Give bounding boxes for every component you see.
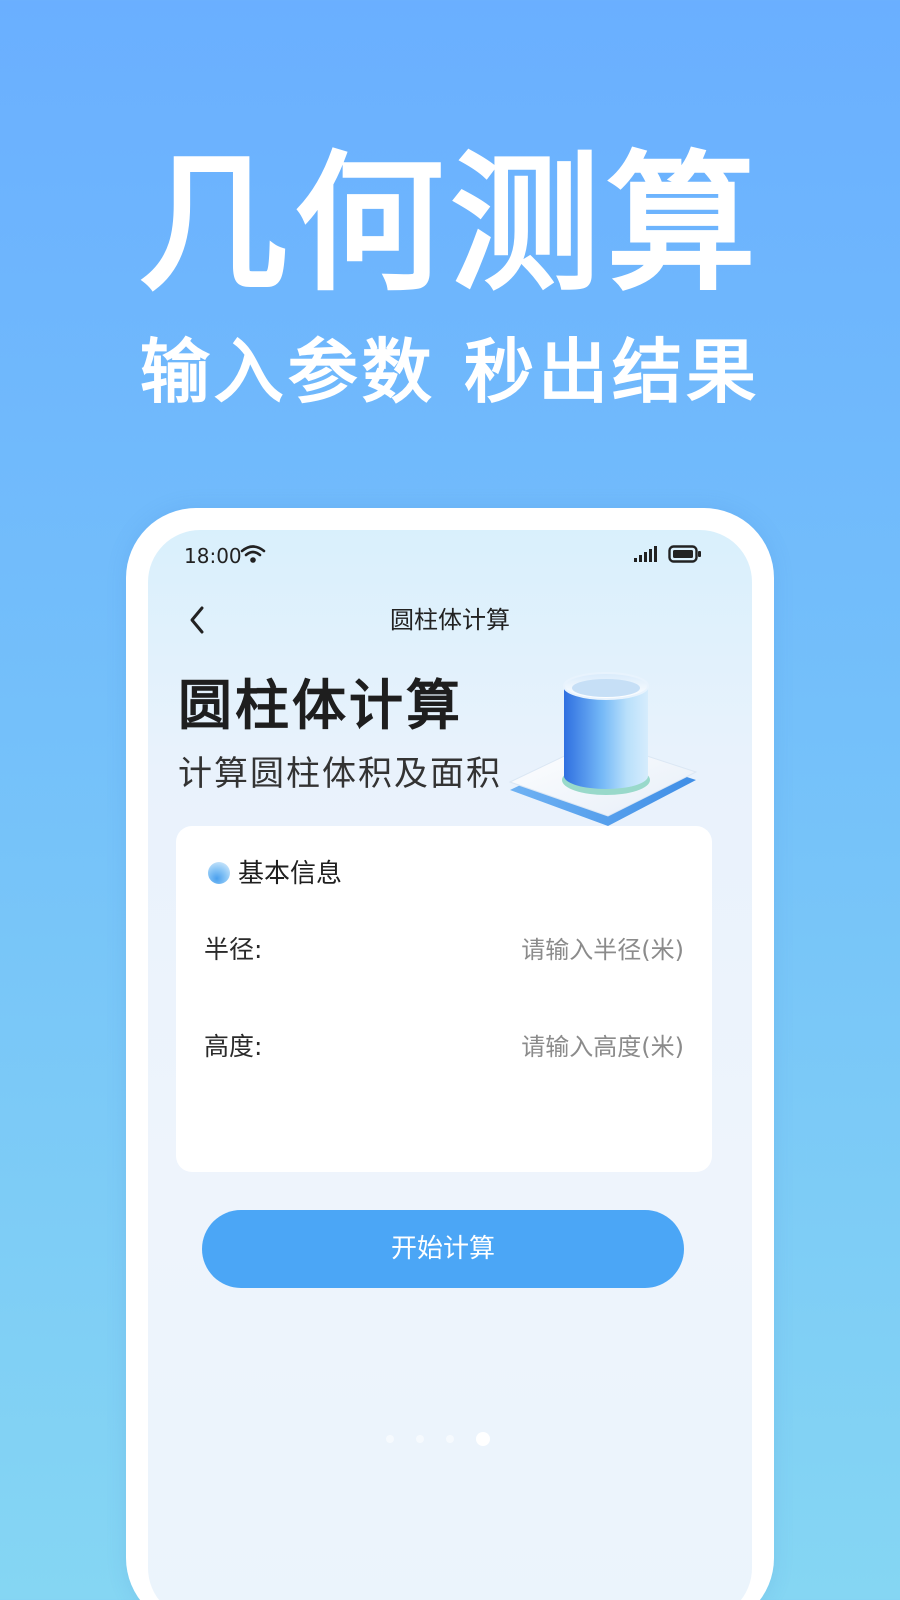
nav-title: 圆柱体计算: [390, 606, 510, 634]
section-bullet-icon: [208, 862, 230, 884]
battery-icon: [668, 545, 701, 563]
height-label: 高度:: [204, 1032, 263, 1061]
hero-subtitle: 计算圆柱体积及面积: [178, 754, 502, 794]
page-dot: [446, 1435, 454, 1443]
basic-info-card: 基本信息 半径: 高度:: [176, 826, 712, 1172]
status-time: 18:00: [184, 544, 242, 568]
promo-subtitle: 输入参数 秒出结果: [139, 331, 761, 413]
wifi-icon: [240, 545, 266, 563]
page-indicator: [386, 1432, 496, 1446]
cellular-signal-icon: [634, 546, 657, 562]
page-dot-active: [476, 1432, 490, 1446]
page-dot: [386, 1435, 394, 1443]
phone-screen: 18:00 圆柱体计算 圆柱体计算 计算圆柱体积及面积 基本信息 半径: 请输入…: [148, 530, 752, 1600]
promo-title: 几何测算: [137, 138, 762, 312]
cylinder-illustration: [508, 672, 698, 826]
hero-title: 圆柱体计算: [178, 674, 463, 737]
page-dot: [416, 1435, 424, 1443]
height-input[interactable]: [424, 1029, 684, 1065]
start-calculation-button[interactable]: 开始计算: [202, 1210, 684, 1288]
radius-input[interactable]: [424, 932, 684, 968]
radius-label: 半径:: [204, 935, 263, 964]
section-title: 基本信息: [238, 859, 343, 889]
